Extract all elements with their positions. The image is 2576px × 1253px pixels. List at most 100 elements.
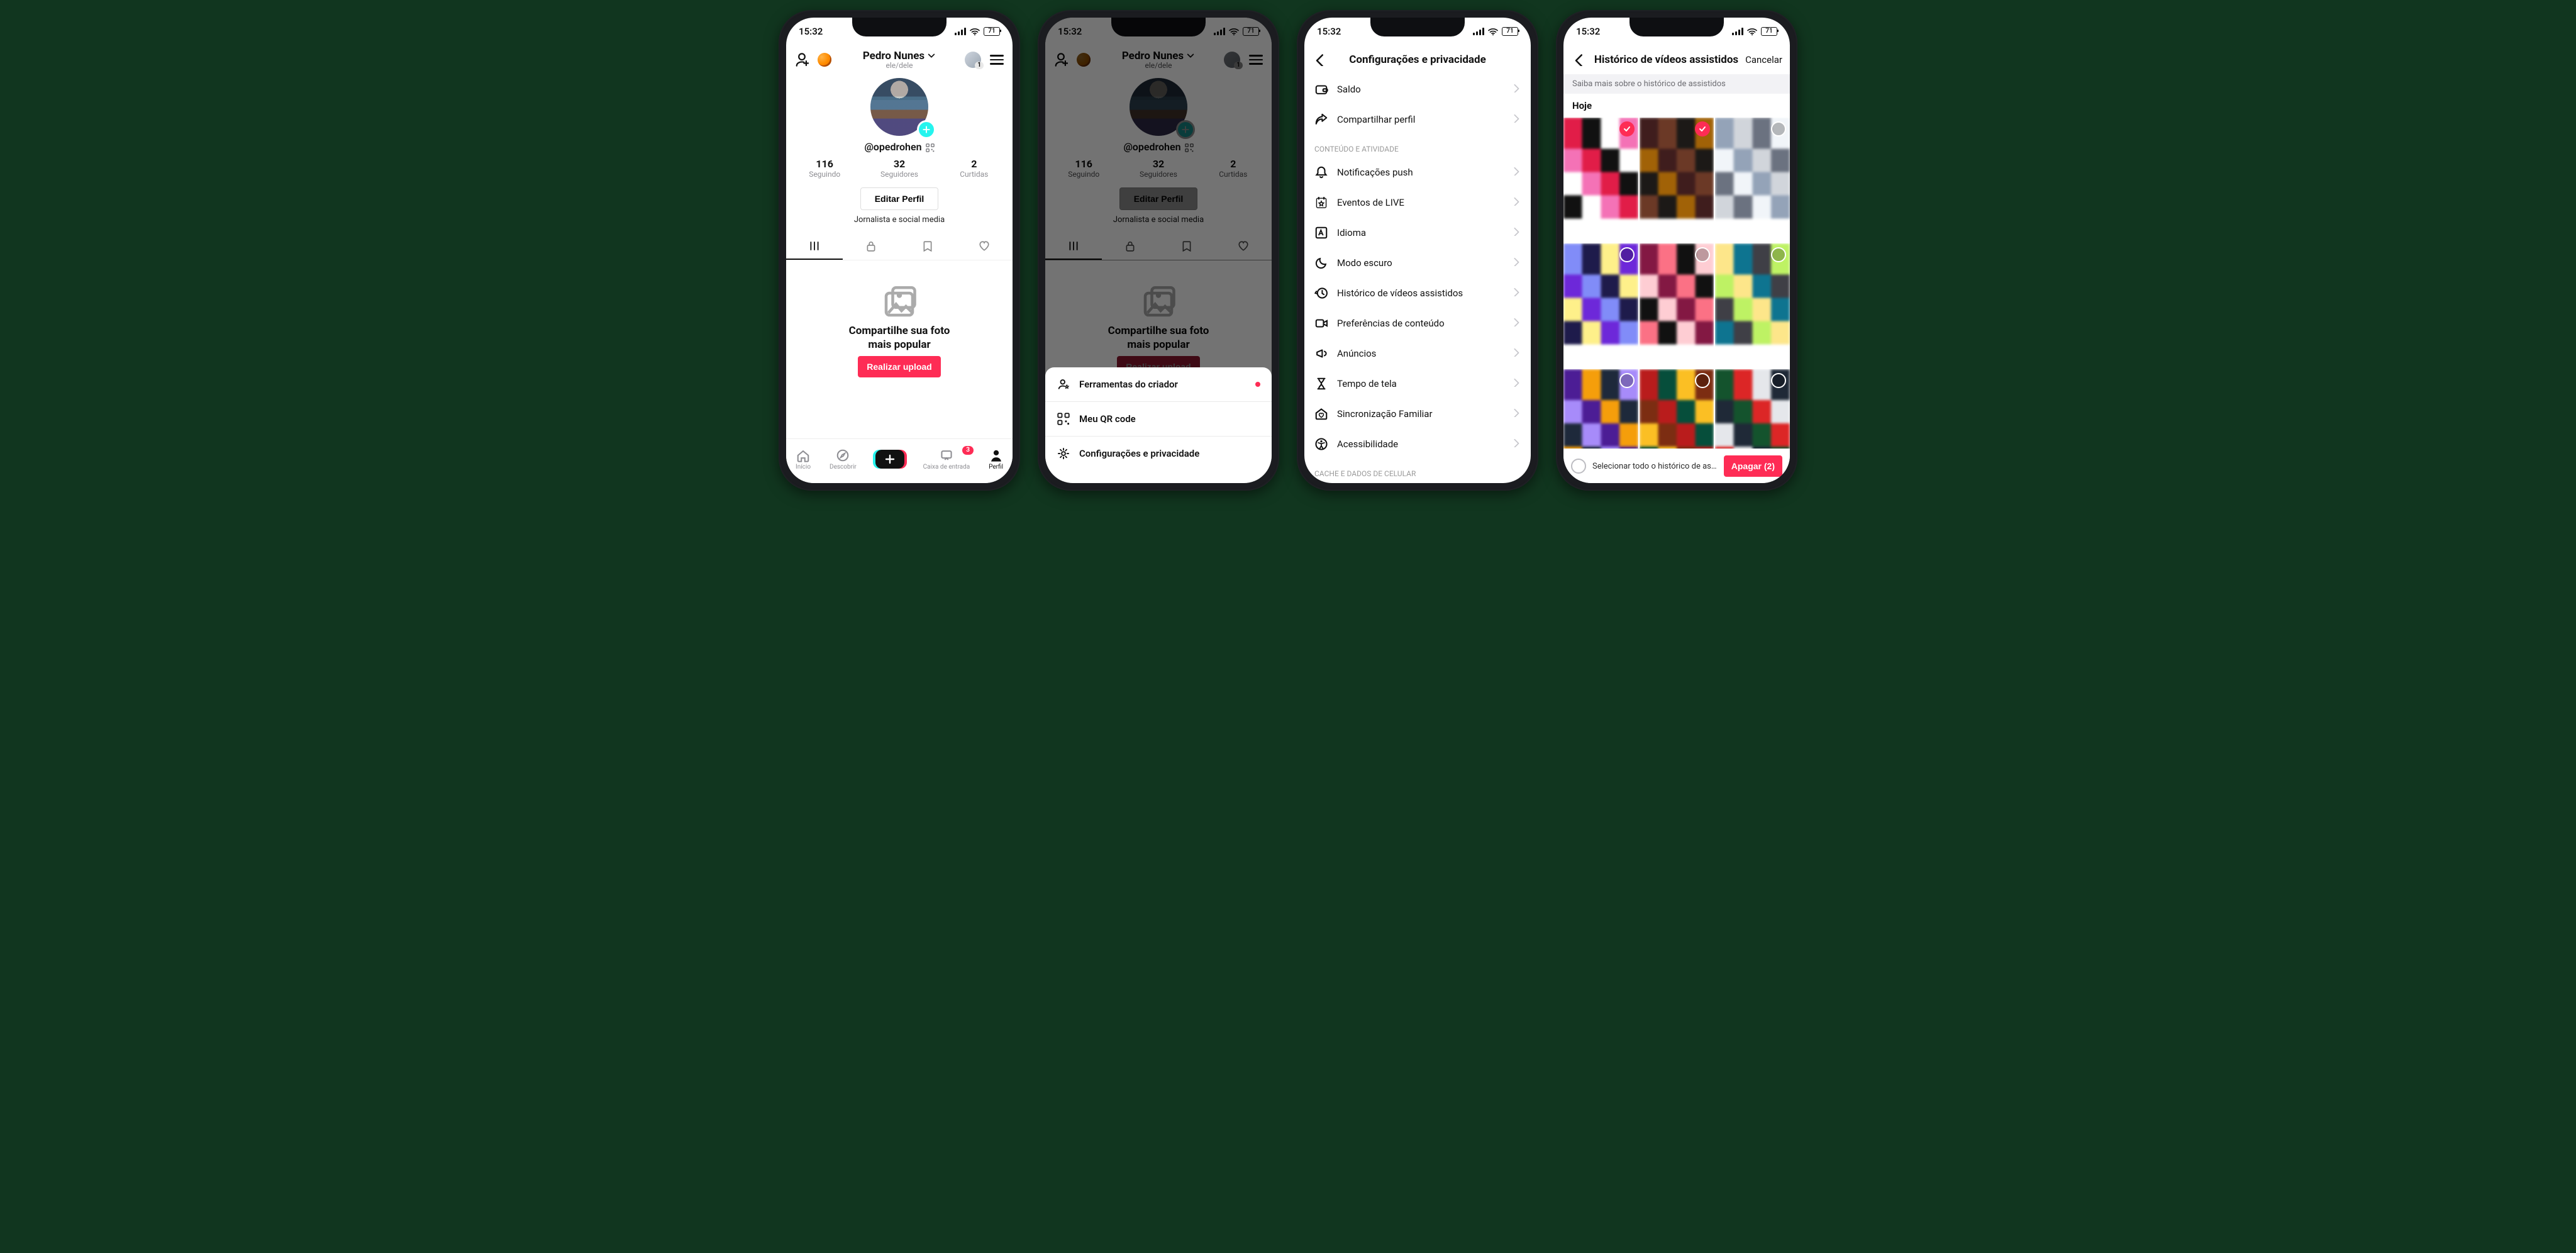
tab-inbox[interactable]: 3 Caixa de entrada [923,448,970,471]
video-thumbnail[interactable] [1563,243,1638,368]
back-button[interactable] [1312,52,1328,68]
tab-saved[interactable] [899,233,956,259]
video-thumbnail[interactable] [1640,369,1714,449]
selection-checkbox[interactable] [1771,121,1786,136]
settings-balance[interactable]: Saldo [1304,74,1531,104]
tab-liked[interactable] [956,233,1013,259]
settings-content-prefs[interactable]: Preferências de conteúdo [1304,308,1531,338]
inbox-badge: 3 [962,446,974,455]
wifi-icon [1747,28,1757,35]
photo-stack-icon [882,284,917,320]
settings-family-pairing[interactable]: Sincronização Familiar [1304,399,1531,429]
watch-history-footer: Selecionar todo o histórico de assis... … [1563,448,1790,483]
history-icon [1314,286,1328,300]
video-thumbnail[interactable] [1640,118,1714,242]
settings-dark-mode[interactable]: Modo escuro [1304,248,1531,278]
video-thumbnail[interactable] [1563,369,1638,449]
empty-state: Compartilhe sua foto mais popular Realiz… [786,260,1013,401]
settings-language[interactable]: Idioma [1304,218,1531,248]
settings-share-profile[interactable]: Compartilhar perfil [1304,104,1531,135]
bottom-tab-bar: Início Descobrir 3 Caixa de entrada Perf… [786,438,1013,483]
video-thumbnail[interactable] [1640,243,1714,368]
info-banner[interactable]: Saiba mais sobre o histórico de assistid… [1563,74,1790,94]
selection-checkbox[interactable] [1695,373,1710,388]
edit-profile-button[interactable]: Editar Perfil [860,187,939,210]
hourglass-icon [1314,377,1328,391]
profile-name-label: Pedro Nunes [863,50,924,62]
cancel-button[interactable]: Cancelar [1745,54,1782,65]
notch [1629,18,1724,36]
menu-bottom-sheet: Ferramentas do criador Meu QR code Confi… [1045,367,1272,483]
cellular-signal-icon [1473,28,1484,35]
following-counter[interactable]: 116Seguindo [787,158,862,179]
tab-profile[interactable]: Perfil [989,448,1003,471]
settings-ads[interactable]: Anúncios [1304,338,1531,369]
profile-name-dropdown[interactable]: Pedro Nunes [863,50,936,62]
battery-indicator: 71 [1502,27,1518,36]
settings-push[interactable]: Notificações push [1304,157,1531,187]
profile-content-tabs [786,233,1013,260]
settings-list[interactable]: Saldo Compartilhar perfil CONTEÚDO E ATI… [1304,74,1531,483]
menu-settings[interactable]: Configurações e privacidade [1045,437,1272,471]
wifi-icon [970,28,980,35]
settings-accessibility[interactable]: Acessibilidade [1304,429,1531,459]
add-friends-icon[interactable] [794,52,810,68]
tab-grid[interactable] [786,233,843,260]
selection-checkbox[interactable] [1771,247,1786,262]
video-thumbnail[interactable] [1715,243,1790,368]
menu-settings-label: Configurações e privacidade [1079,448,1199,459]
selection-checkbox[interactable] [1619,121,1635,136]
battery-indicator: 71 [1761,27,1777,36]
back-button[interactable] [1571,52,1587,68]
megaphone-icon [1314,347,1328,360]
menu-qr-code[interactable]: Meu QR code [1045,402,1272,437]
followers-counter[interactable]: 32Seguidores [862,158,937,179]
event-pumpkin-icon[interactable] [818,53,831,67]
account-switcher-button[interactable]: 1 [965,52,981,68]
menu-creator-tools-label: Ferramentas do criador [1079,379,1178,390]
settings-watch-history[interactable]: Histórico de vídeos assistidos [1304,278,1531,308]
settings-live-events[interactable]: Eventos de LIVE [1304,187,1531,218]
add-story-button[interactable] [919,122,934,137]
gear-icon [1057,447,1070,460]
settings-screen-time[interactable]: Tempo de tela [1304,369,1531,399]
battery-indicator: 71 [984,27,1000,36]
upload-button[interactable]: Realizar upload [858,356,940,377]
selection-checkbox[interactable] [1619,247,1635,262]
notch [1370,18,1465,36]
menu-creator-tools[interactable]: Ferramentas do criador [1045,367,1272,402]
language-icon [1314,226,1328,240]
watch-history-scroll[interactable]: Saiba mais sobre o histórico de assistid… [1563,74,1790,449]
menu-hamburger-icon[interactable] [989,52,1005,68]
tab-private[interactable] [843,233,899,259]
tab-home[interactable]: Início [796,448,811,471]
moon-icon [1314,256,1328,270]
video-grid [1563,118,1790,449]
video-thumbnail[interactable] [1715,369,1790,449]
chevron-right-icon [1512,84,1521,92]
select-all-radio[interactable] [1571,459,1586,474]
wallet-icon [1314,82,1328,96]
section-cache: CACHE E DADOS DE CELULAR [1304,459,1531,482]
tab-discover[interactable]: Descobrir [830,448,857,471]
profile-pronouns: ele/dele [850,61,948,70]
select-all-label[interactable]: Selecionar todo o histórico de assis... [1592,462,1718,471]
selection-checkbox[interactable] [1695,247,1710,262]
calendar-star-icon [1314,196,1328,209]
profile-bio: Jornalista e social media [786,215,1013,225]
selection-checkbox[interactable] [1771,373,1786,388]
device-watch-history: 15:32 71 Histórico de vídeos assistidos … [1556,10,1797,491]
delete-button[interactable]: Apagar (2) [1724,455,1782,477]
compose-button[interactable] [875,450,904,469]
video-thumbnail[interactable] [1715,118,1790,242]
settings-title: Configurações e privacidade [1328,53,1507,66]
selection-checkbox[interactable] [1619,373,1635,388]
likes-counter[interactable]: 2Curtidas [936,158,1011,179]
device-profile-with-menu: 15:32 71 Pedro Nunes ele/dele 1 @opedroh… [1038,10,1279,491]
device-profile: 15:32 71 Pedro Nunes ele/dele 1 [779,10,1020,491]
device-settings: 15:32 71 Configurações e privacidade Sal… [1297,10,1538,491]
profile-header: Pedro Nunes ele/dele 1 [786,45,1013,74]
chevron-down-icon [927,52,936,60]
qr-code-icon[interactable] [926,143,935,152]
video-thumbnail[interactable] [1563,118,1638,242]
